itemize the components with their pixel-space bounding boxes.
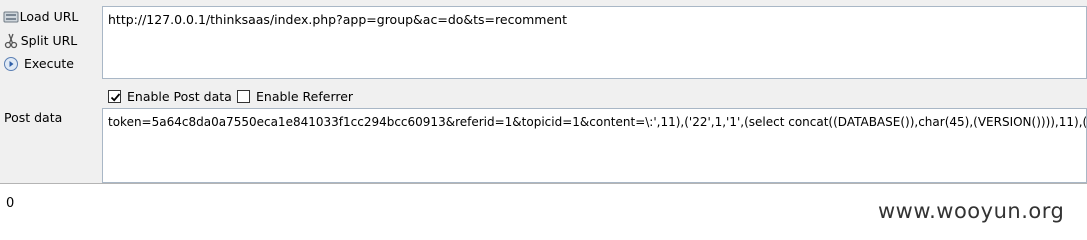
enable-referrer-label: Enable Referrer <box>256 88 354 104</box>
load-url-label: Load URL <box>19 9 79 24</box>
url-input-value: http://127.0.0.1/thinksaas/index.php?app… <box>108 12 567 27</box>
split-url-button[interactable]: Split URL <box>0 30 98 52</box>
response-output: 0 <box>6 196 15 211</box>
enable-post-checkbox[interactable]: Enable Post data <box>108 88 232 104</box>
watermark: www.wooyun.org <box>878 199 1065 223</box>
enable-post-checkbox-box[interactable] <box>108 89 121 103</box>
post-data-label: Post data <box>4 110 63 125</box>
load-url-button[interactable]: Load URL <box>0 6 98 28</box>
post-data-value: token=5a64c8da0a7550eca1e841033f1cc294bc… <box>108 115 1087 129</box>
execute-label: Execute <box>24 56 74 71</box>
enable-post-label: Enable Post data <box>127 88 232 104</box>
enable-referrer-checkbox[interactable]: Enable Referrer <box>237 88 353 104</box>
post-data-input[interactable]: token=5a64c8da0a7550eca1e841033f1cc294bc… <box>102 108 1087 183</box>
checkmark-icon <box>110 92 121 102</box>
execute-button[interactable]: Execute <box>0 53 98 75</box>
url-input[interactable]: http://127.0.0.1/thinksaas/index.php?app… <box>102 6 1087 79</box>
split-url-label: Split URL <box>20 33 78 48</box>
hackbar-panel: Load URL Split URL Execute http://127.0.… <box>0 0 1087 184</box>
enable-referrer-checkbox-box[interactable] <box>237 89 250 103</box>
